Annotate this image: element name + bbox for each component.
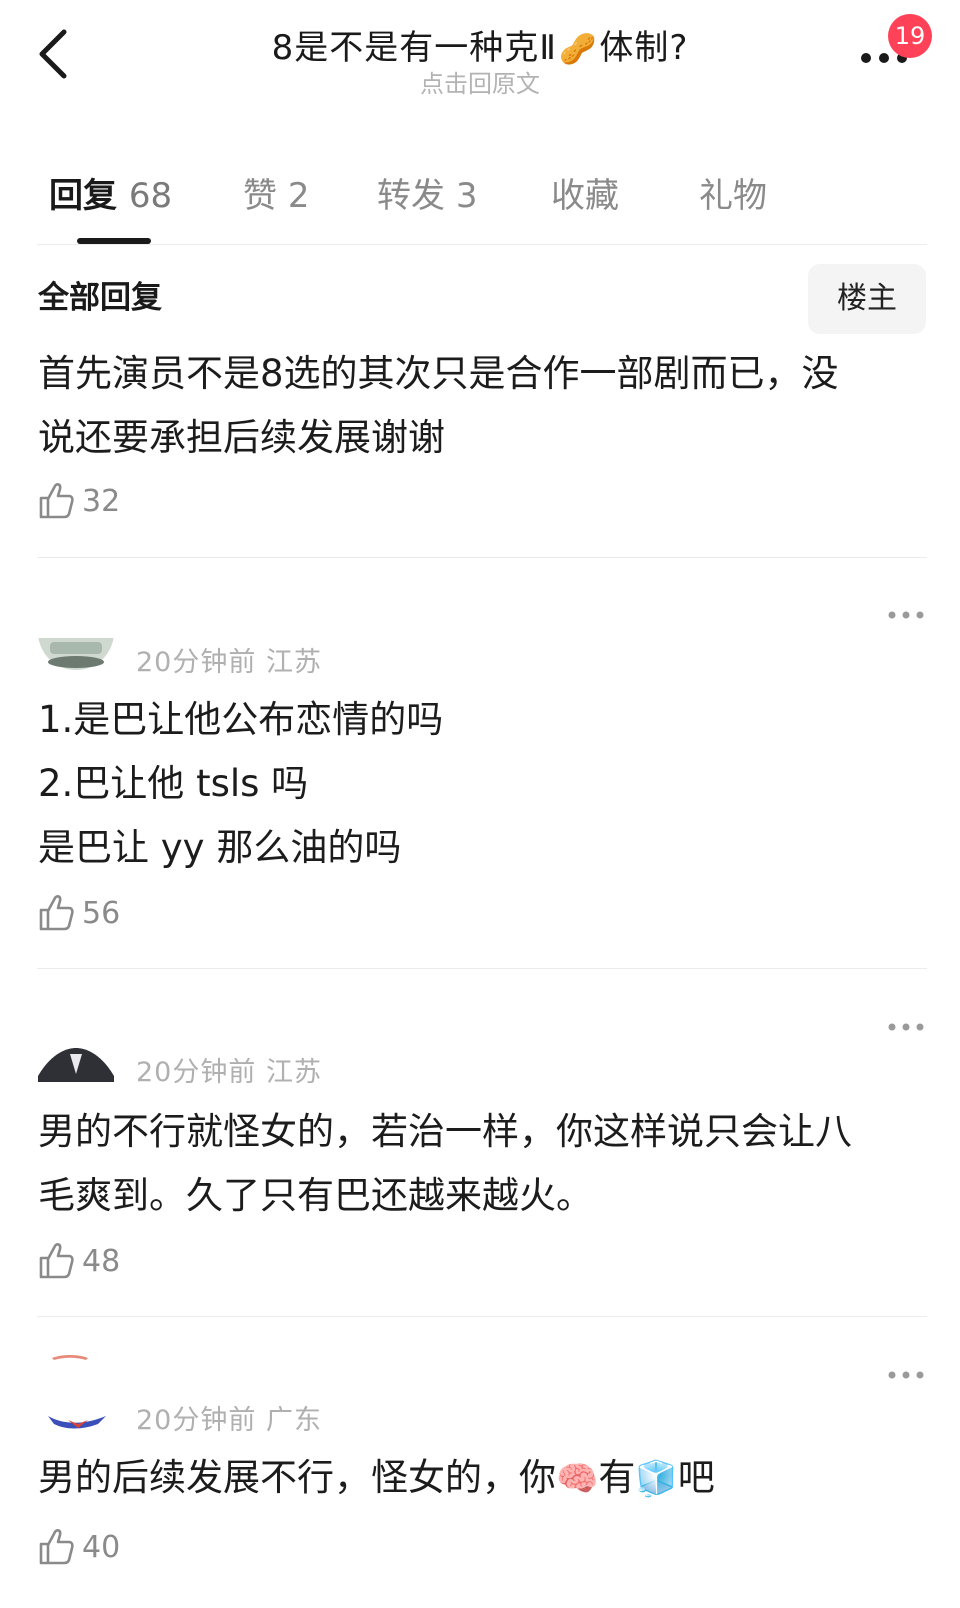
tab-reposts[interactable]: 转发 3 bbox=[377, 168, 477, 217]
tab-replies[interactable]: 回复 68 bbox=[49, 168, 172, 217]
tab-count: 68 bbox=[128, 176, 173, 216]
comment-2-meta: 20分钟前 江苏 bbox=[136, 640, 322, 679]
comment-text-part: 男的后续发展不行，怪女的，你 bbox=[38, 1456, 556, 1499]
divider bbox=[37, 557, 927, 558]
comment-time: 20分钟前 bbox=[136, 1405, 257, 1436]
tab-label: 收藏 bbox=[551, 176, 619, 216]
tab-bar: 回复 68 赞 2 转发 3 收藏 礼物 bbox=[37, 160, 927, 245]
thumbs-up-icon bbox=[39, 483, 74, 519]
tab-label: 礼物 bbox=[699, 176, 767, 216]
comment-time: 20分钟前 bbox=[136, 647, 257, 678]
post-title[interactable]: 8是不是有一种克Ⅱ🥜体制? bbox=[0, 20, 960, 69]
title-text-1: 8是不是有一种克Ⅱ bbox=[271, 28, 557, 68]
more-dots-icon bbox=[888, 1023, 924, 1031]
comment-4-meta: 20分钟前 广东 bbox=[136, 1398, 322, 1437]
comment-line: 2.巴让他 tsls 吗 bbox=[38, 762, 309, 805]
like-count: 48 bbox=[82, 1244, 121, 1279]
comment-line: 首先演员不是8选的其次只是合作一部剧而已，没 bbox=[38, 352, 839, 395]
tab-count: 3 bbox=[455, 176, 478, 216]
thumbs-up-icon bbox=[39, 1243, 74, 1279]
comment-text-part: 吧 bbox=[677, 1456, 715, 1499]
comment-location: 广东 bbox=[265, 1405, 322, 1436]
tab-label: 回复 bbox=[49, 176, 117, 216]
peanut-emoji-icon: 🥜 bbox=[558, 32, 598, 67]
more-dots-icon bbox=[888, 611, 924, 619]
top-bar: 8是不是有一种克Ⅱ🥜体制? 点击回原文 19 bbox=[0, 0, 960, 120]
comment-line: 毛爽到。久了只有巴还越来越火。 bbox=[38, 1174, 593, 1217]
like-count: 32 bbox=[82, 484, 121, 519]
tab-likes[interactable]: 赞 2 bbox=[243, 168, 309, 217]
comment-location: 江苏 bbox=[265, 1057, 322, 1088]
tab-favorites[interactable]: 收藏 bbox=[551, 168, 619, 217]
notification-badge: 19 bbox=[888, 14, 932, 58]
active-tab-indicator bbox=[77, 238, 151, 244]
more-dots-icon bbox=[888, 1371, 924, 1379]
comment-3-more-button[interactable] bbox=[886, 1018, 926, 1031]
back-to-original-link[interactable]: 点击回原文 bbox=[0, 64, 960, 99]
comment-line: 1.是巴让他公布恋情的吗 bbox=[38, 698, 444, 741]
comment-2-text: 1.是巴让他公布恋情的吗 2.巴让他 tsls 吗 是巴让 yy 那么油的吗 bbox=[38, 688, 928, 880]
avatar[interactable] bbox=[38, 638, 114, 672]
comment-4-text: 男的后续发展不行，怪女的，你🧠有🧊吧 bbox=[38, 1446, 928, 1511]
brain-emoji-icon: 🧠 bbox=[556, 1459, 599, 1499]
comment-line: 男的不行就怪女的，若治一样，你这样说只会让八 bbox=[38, 1110, 852, 1153]
comment-line: 是巴让 yy 那么油的吗 bbox=[38, 826, 402, 869]
tab-gifts[interactable]: 礼物 bbox=[699, 168, 767, 217]
comment-1-text: 首先演员不是8选的其次只是合作一部剧而已，没 说还要承担后续发展谢谢 bbox=[38, 342, 928, 470]
comment-line: 说还要承担后续发展谢谢 bbox=[38, 416, 445, 459]
comment-time: 20分钟前 bbox=[136, 1057, 257, 1088]
like-count: 56 bbox=[82, 896, 121, 931]
comment-3-meta: 20分钟前 江苏 bbox=[136, 1050, 322, 1089]
divider bbox=[37, 1316, 927, 1317]
owner-only-button[interactable]: 楼主 bbox=[808, 264, 926, 334]
like-count: 40 bbox=[82, 1530, 121, 1565]
tab-label: 转发 bbox=[377, 176, 445, 216]
title-text-2: 体制? bbox=[599, 28, 689, 68]
all-replies-heading: 全部回复 bbox=[38, 280, 162, 316]
avatar[interactable] bbox=[38, 1354, 114, 1434]
comment-2-more-button[interactable] bbox=[886, 606, 926, 619]
divider bbox=[37, 968, 927, 969]
thumbs-up-icon bbox=[39, 895, 74, 931]
avatar[interactable] bbox=[38, 1048, 114, 1082]
tab-label: 赞 bbox=[243, 176, 277, 216]
comment-3-text: 男的不行就怪女的，若治一样，你这样说只会让八 毛爽到。久了只有巴还越来越火。 bbox=[38, 1100, 928, 1228]
comment-text-part: 有 bbox=[598, 1456, 636, 1499]
thumbs-up-icon bbox=[39, 1529, 74, 1565]
comment-4-more-button[interactable] bbox=[886, 1366, 926, 1379]
ice-cube-emoji-icon: 🧊 bbox=[635, 1459, 678, 1499]
comment-location: 江苏 bbox=[265, 647, 322, 678]
tab-count: 2 bbox=[287, 176, 310, 216]
